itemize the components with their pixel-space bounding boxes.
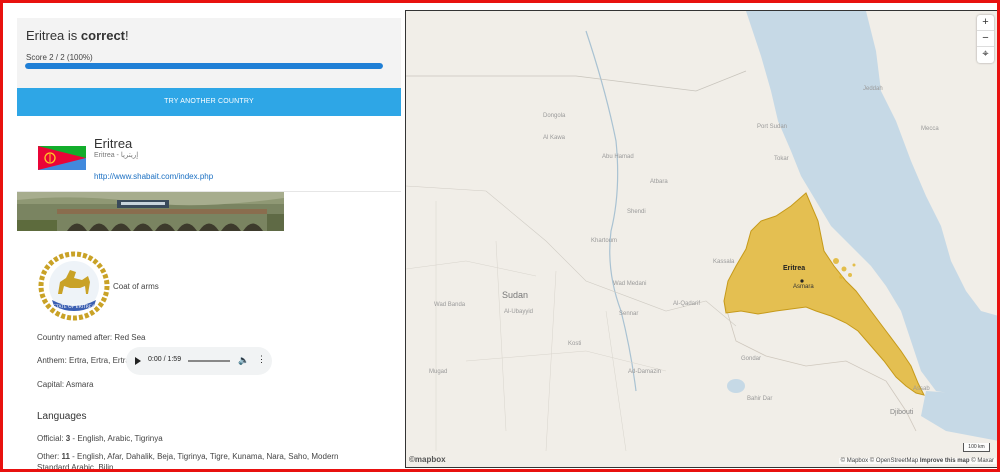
- map-label-mugad: Mugad: [429, 369, 448, 375]
- score-text: Score 2 / 2 (100%): [26, 53, 93, 62]
- map-label-port-sudan: Port Sudan: [757, 124, 788, 130]
- audio-seek-bar[interactable]: [188, 360, 230, 362]
- map-label-wad-banda: Wad Banda: [434, 302, 466, 308]
- map-label-dongola: Dongola: [543, 113, 566, 119]
- map-zoom-controls: + − ⌖: [977, 15, 994, 63]
- map-label-bahir-dar: Bahir Dar: [747, 396, 773, 402]
- capital-text: Capital: Asmara: [37, 380, 94, 389]
- anthem-label: Anthem: Ertra, Ertra, Ertra: [37, 356, 130, 365]
- country-photo: [17, 192, 284, 231]
- try-another-country-button[interactable]: TRY ANOTHER COUNTRY: [17, 88, 401, 116]
- map-label-sudan: Sudan: [502, 290, 529, 300]
- info-panel: Eritrea is correct! Score 2 / 2 (100%) T…: [6, 6, 403, 472]
- score-progress-bar: [25, 63, 383, 69]
- result-box: Eritrea is correct! Score 2 / 2 (100%): [17, 18, 401, 88]
- map-label-djibouti: Djibouti: [890, 409, 914, 416]
- country-card: Eritrea Eritrea - إريتريا http://www.sha…: [17, 116, 401, 192]
- improve-map-link[interactable]: Improve this map: [920, 458, 970, 464]
- map-label-khartoum: Khartoum: [591, 238, 618, 244]
- country-name: Eritrea: [94, 136, 133, 151]
- coat-of-arms-emblem: STATE OF ERITREA: [36, 250, 112, 322]
- country-named-after: Country named after: Red Sea: [37, 333, 146, 342]
- map-label-shendi: Shendi: [627, 209, 646, 215]
- map-label-tokar: Tokar: [774, 156, 789, 162]
- map-label-sennar: Sennar: [619, 311, 639, 317]
- map-label-assab: Assab: [913, 386, 930, 392]
- volume-icon[interactable]: 🔈: [238, 355, 249, 366]
- map-label-mecca: Mecca: [921, 126, 939, 132]
- more-options-icon[interactable]: ⋮: [257, 354, 266, 365]
- zoom-out-button[interactable]: −: [977, 31, 994, 47]
- map-label-wad-medani: Wad Medani: [613, 281, 647, 287]
- map-label-asmara: Asmara: [793, 284, 814, 290]
- languages-heading: Languages: [37, 411, 87, 422]
- other-languages: Other: 11 - English, Afar, Dahalik, Beja…: [37, 452, 339, 472]
- map-canvas[interactable]: [406, 11, 998, 468]
- map-label-gondar: Gondar: [741, 356, 762, 362]
- result-title: Eritrea is correct!: [26, 28, 129, 43]
- map-label-al-kawa: Al Kawa: [543, 135, 566, 141]
- map-view[interactable]: Sudan Eritrea Asmara Djibouti Khartoum P…: [405, 10, 998, 468]
- map-label-al-qadarif: Al-Qadarif: [673, 301, 701, 307]
- map-label-atbara: Atbara: [650, 179, 668, 185]
- official-languages: Official: 3 - English, Arabic, Tigrinya: [37, 434, 163, 443]
- map-label-kosti: Kosti: [568, 341, 582, 347]
- country-native-name: Eritrea - إريتريا: [94, 152, 139, 159]
- map-label-kassala: Kassala: [713, 259, 735, 265]
- map-label-eritrea: Eritrea: [783, 265, 806, 272]
- map-label-jeddah: Jeddah: [863, 86, 883, 92]
- coat-of-arms-motto: STATE OF ERITREA: [53, 304, 96, 310]
- app-frame: Eritrea is correct! Score 2 / 2 (100%) T…: [0, 0, 1000, 472]
- coat-of-arms-label: Coat of arms: [113, 282, 159, 291]
- zoom-in-button[interactable]: +: [977, 15, 994, 31]
- compass-icon[interactable]: ⌖: [977, 47, 994, 63]
- country-website-link[interactable]: http://www.shabait.com/index.php: [94, 172, 213, 181]
- map-scale-bar: 100 km: [963, 443, 990, 452]
- map-label-ad-damazin: Ad-Damazin: [628, 369, 662, 375]
- anthem-audio-player[interactable]: 0:00 / 1:59 🔈 ⋮: [126, 347, 272, 375]
- map-attribution: © Mapbox © OpenStreetMap Improve this ma…: [838, 458, 996, 464]
- map-label-al-ubayyid: Al-Ubayyid: [504, 309, 534, 315]
- play-icon[interactable]: [135, 357, 141, 365]
- mapbox-logo[interactable]: ©mapbox: [409, 455, 446, 464]
- map-label-abu-hamad: Abu Hamad: [602, 154, 634, 160]
- eritrea-flag: [38, 146, 86, 170]
- score-progress-fill: [25, 63, 383, 69]
- audio-time: 0:00 / 1:59: [148, 356, 182, 363]
